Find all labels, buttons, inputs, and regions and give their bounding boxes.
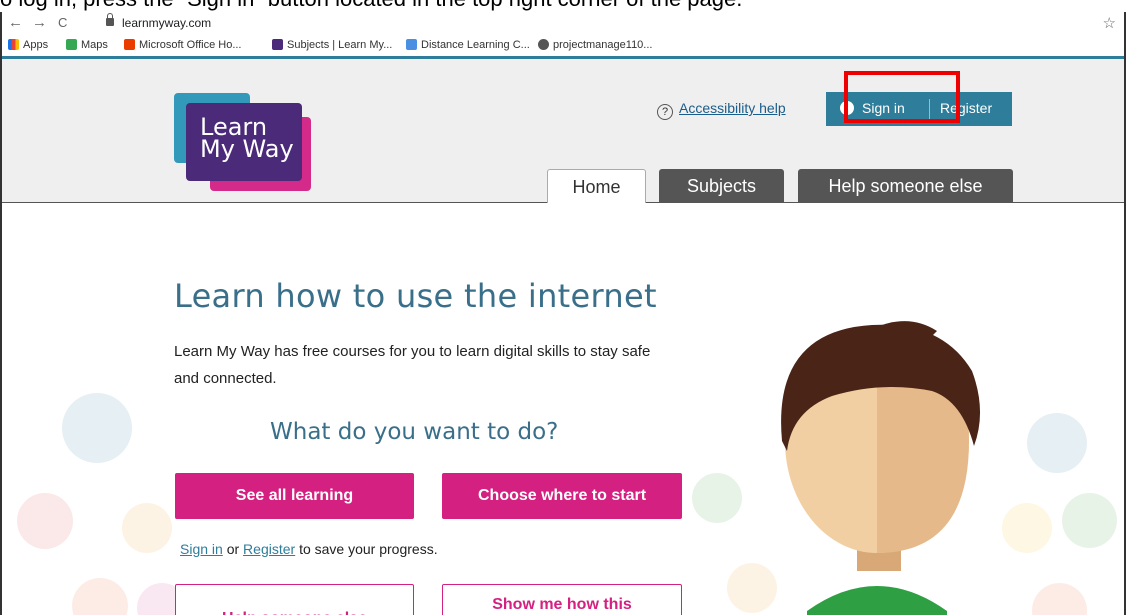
- bookmark-projectmanage[interactable]: projectmanage110...: [538, 39, 652, 51]
- accessibility-help-link[interactable]: ? Accessibility help: [657, 100, 786, 120]
- choose-where-to-start-button[interactable]: Choose where to start: [442, 473, 682, 519]
- intro-text: Learn My Way has free courses for you to…: [174, 343, 651, 387]
- bookmark-distance-learning[interactable]: Distance Learning C...: [406, 39, 530, 51]
- address-bar: ← → C learnmyway.com ☆: [2, 12, 1124, 36]
- person-illustration: [781, 321, 981, 615]
- tab-subjects[interactable]: Subjects: [659, 169, 784, 203]
- wifi-bubble-right-icon: [1027, 413, 1087, 473]
- lock-icon: [106, 13, 114, 26]
- tick-bubble-icon: [17, 493, 73, 549]
- show-me-how-button[interactable]: Show me how thisworks: [442, 584, 682, 615]
- chat-bubble-icon: [692, 473, 742, 523]
- learnmyway-icon: [272, 39, 283, 50]
- power-bubble-right-icon: [1032, 583, 1087, 615]
- reload-icon[interactable]: C: [58, 15, 67, 31]
- see-all-learning-button[interactable]: See all learning: [175, 473, 414, 519]
- question-heading: What do you want to do?: [270, 419, 559, 445]
- forward-arrow-icon[interactable]: →: [32, 15, 47, 31]
- main-content: Learn how to use the internet Learn My W…: [2, 203, 1124, 615]
- page-title: Learn how to use the internet: [174, 277, 657, 315]
- star-bubble-icon: [122, 503, 172, 553]
- learn-my-way-logo[interactable]: Learn My Way: [174, 93, 314, 193]
- accessibility-help-label[interactable]: Accessibility help: [679, 100, 786, 116]
- bookmark-star-icon[interactable]: ☆: [1103, 14, 1116, 32]
- tab-home[interactable]: Home: [547, 169, 646, 204]
- bookmark-subjects[interactable]: Subjects | Learn My...: [272, 39, 392, 51]
- office-icon: [124, 39, 135, 50]
- globe-icon: [538, 39, 549, 50]
- maps-pin-icon: [66, 39, 77, 50]
- bookmark-apps[interactable]: Apps: [8, 39, 48, 51]
- wifi-bubble-icon: [62, 393, 132, 463]
- sign-in-highlight-box: [844, 71, 960, 123]
- url-field[interactable]: learnmyway.com: [122, 16, 211, 30]
- bookmarks-bar: Apps Maps Microsoft Office Ho... Subject…: [2, 36, 1124, 59]
- instruction-caption: o log in, press the “Sign in” button loc…: [0, 0, 1126, 12]
- refresh-bubble-icon: [1062, 493, 1117, 548]
- tab-help-someone-else[interactable]: Help someone else: [798, 169, 1013, 203]
- help-circle-icon: ?: [657, 104, 673, 120]
- help-someone-else-button[interactable]: Help someone else: [175, 584, 414, 615]
- browser-window: ← → C learnmyway.com ☆ Apps Maps Microso…: [0, 12, 1126, 615]
- bookmark-office[interactable]: Microsoft Office Ho...: [124, 39, 242, 51]
- back-arrow-icon[interactable]: ←: [8, 15, 23, 31]
- sign-in-link[interactable]: Sign in: [180, 541, 223, 557]
- power-bubble-icon: [72, 578, 128, 615]
- shield-icon: [406, 39, 417, 50]
- register-link[interactable]: Register: [243, 541, 295, 557]
- apps-grid-icon: [8, 39, 19, 50]
- save-progress-note: Sign in or Register to save your progres…: [180, 541, 438, 557]
- smile-bubble-icon: [1002, 503, 1052, 553]
- bookmark-maps[interactable]: Maps: [66, 39, 108, 51]
